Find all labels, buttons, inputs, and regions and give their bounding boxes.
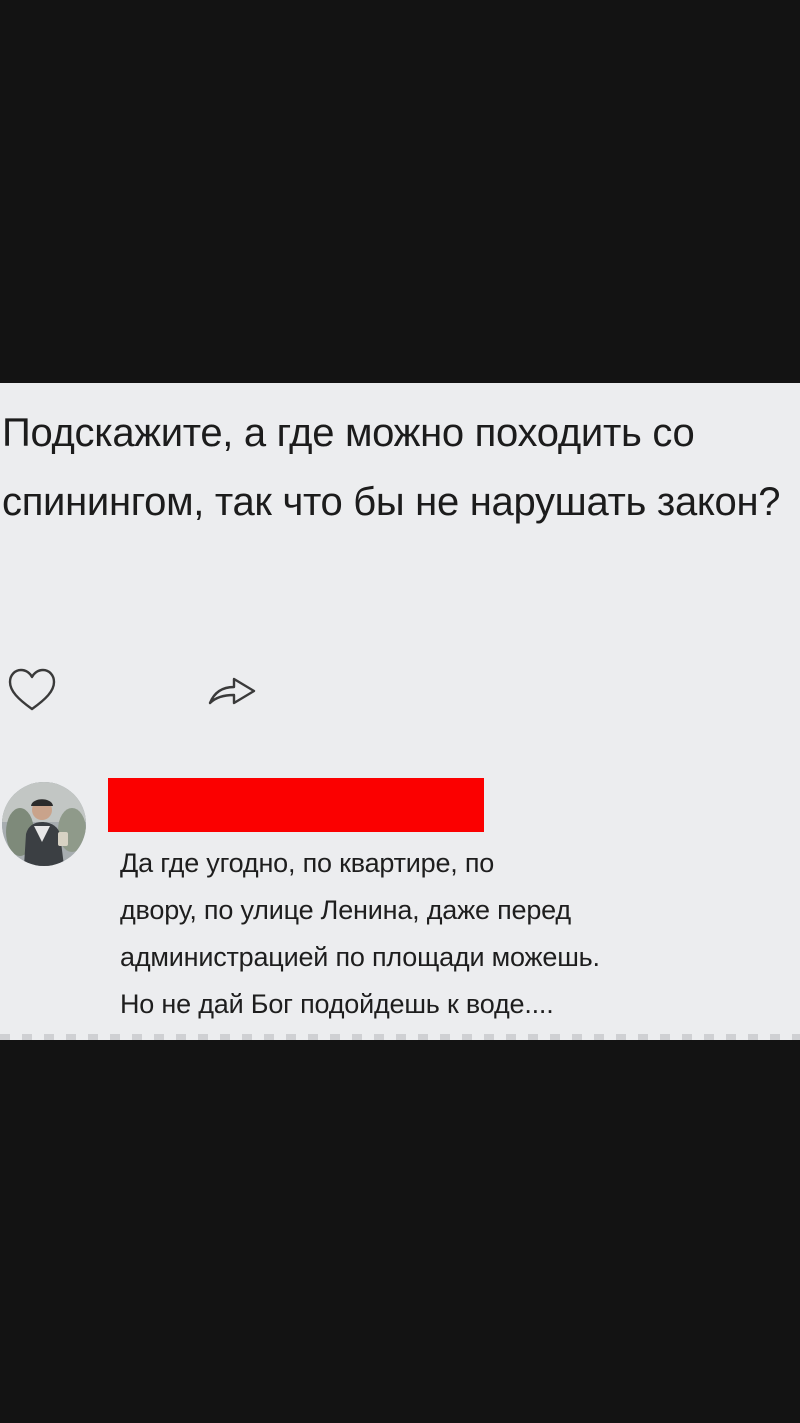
screenshot-frame: Подскажите, а где можно походить со спин… — [0, 0, 800, 1423]
comment-item: Да где угодно, по квартире, по двору, по… — [0, 778, 800, 1040]
comment-text: Да где угодно, по квартире, по двору, по… — [120, 848, 600, 1019]
post-card: Подскажите, а где можно походить со спин… — [0, 383, 800, 1040]
post-actions-bar — [0, 663, 800, 723]
heart-outline-icon[interactable] — [4, 663, 60, 719]
user-avatar-photo[interactable] — [2, 782, 86, 866]
post-question-text: Подскажите, а где можно походить со спин… — [2, 411, 781, 524]
share-arrow-icon[interactable] — [204, 663, 260, 719]
redacted-author-name — [108, 778, 484, 832]
cut-off-footer — [0, 1034, 800, 1040]
